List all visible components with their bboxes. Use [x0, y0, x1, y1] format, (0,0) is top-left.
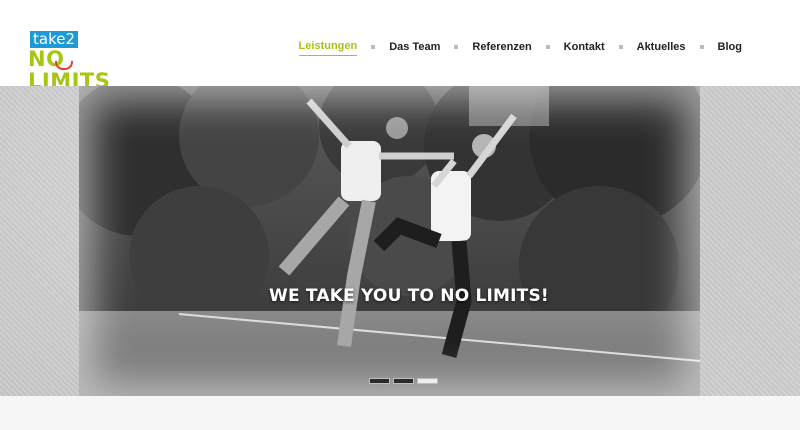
slider-dot-2[interactable] — [393, 378, 414, 384]
nav-item-leistungen[interactable]: Leistungen — [298, 40, 358, 56]
nav-separator — [618, 45, 623, 49]
nav-separator — [454, 45, 459, 49]
nav-separator — [699, 45, 704, 49]
main-nav: Leistungen Das Team Referenzen Kontakt A… — [298, 38, 742, 58]
logo[interactable]: take2 NO LIMITS — [28, 31, 132, 93]
nav-separator — [371, 45, 376, 49]
logo-take2-text: take2 — [30, 31, 78, 48]
hero-slider[interactable]: WE TAKE YOU TO NO LIMITS! — [79, 86, 700, 396]
hero-caption: WE TAKE YOU TO NO LIMITS! — [269, 286, 549, 306]
nav-item-aktuelles[interactable]: Aktuelles — [637, 41, 686, 56]
nav-item-kontakt[interactable]: Kontakt — [564, 41, 605, 56]
nav-item-blog[interactable]: Blog — [718, 41, 742, 56]
site-header: take2 NO LIMITS Leistungen Das Team Refe… — [0, 0, 800, 93]
slider-dot-3[interactable] — [417, 378, 438, 384]
nav-item-referenzen[interactable]: Referenzen — [472, 41, 531, 56]
nav-item-das-team[interactable]: Das Team — [389, 41, 440, 56]
nav-separator — [545, 45, 550, 49]
hero-photo — [79, 86, 700, 396]
content-start — [0, 396, 800, 430]
slider-dot-1[interactable] — [369, 378, 390, 384]
slider-pager — [369, 378, 438, 384]
